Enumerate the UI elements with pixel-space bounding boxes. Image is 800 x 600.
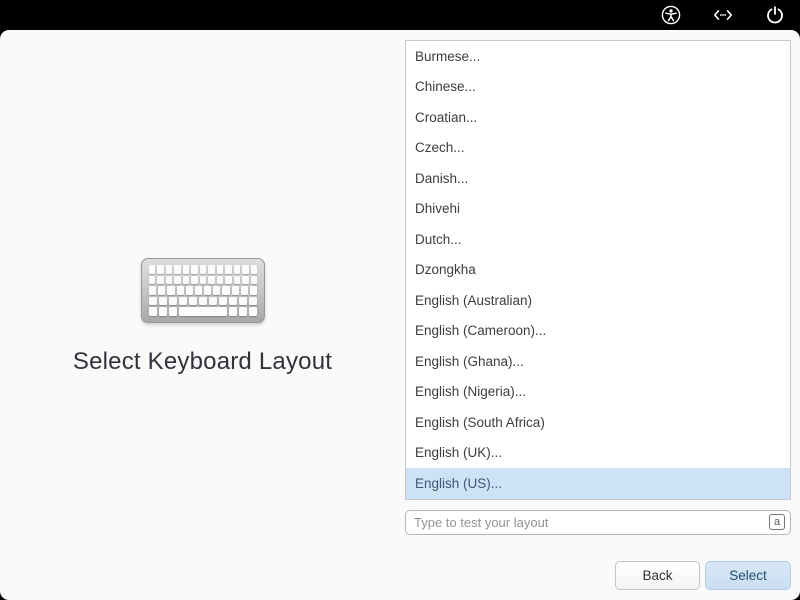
list-item-selected[interactable]: English (US)...: [406, 468, 790, 499]
keyboard-icon: [141, 258, 265, 323]
list-item[interactable]: Dzongkha: [406, 255, 790, 286]
list-item[interactable]: English (Ghana)...: [406, 346, 790, 377]
accessibility-icon[interactable]: [660, 4, 682, 26]
list-item[interactable]: Dutch...: [406, 224, 790, 255]
list-item[interactable]: English (South Africa): [406, 407, 790, 438]
list-item[interactable]: Dhivehi: [406, 194, 790, 225]
top-bar: [0, 0, 800, 30]
list-item[interactable]: English (Cameroon)...: [406, 316, 790, 347]
keyboard-layout-window: Select Keyboard Layout Burmese... Chines…: [0, 30, 800, 600]
keyboard-layout-list[interactable]: Burmese... Chinese... Croatian... Czech.…: [405, 40, 791, 500]
left-panel: Select Keyboard Layout: [0, 30, 405, 600]
list-item[interactable]: Croatian...: [406, 102, 790, 133]
layout-test-input[interactable]: [405, 510, 791, 535]
page-title: Select Keyboard Layout: [0, 348, 405, 376]
list-item[interactable]: Danish...: [406, 163, 790, 194]
list-item[interactable]: English (Australian): [406, 285, 790, 316]
keyboard-preview-icon[interactable]: a: [769, 514, 785, 530]
test-entry-wrap: a: [405, 510, 791, 535]
power-icon[interactable]: [764, 4, 786, 26]
list-item[interactable]: Burmese...: [406, 41, 790, 72]
back-button[interactable]: Back: [615, 561, 700, 590]
list-item[interactable]: English (Nigeria)...: [406, 377, 790, 408]
list-item[interactable]: Czech...: [406, 133, 790, 164]
list-item[interactable]: English (UK)...: [406, 438, 790, 469]
list-item[interactable]: Chinese...: [406, 72, 790, 103]
select-button[interactable]: Select: [705, 561, 791, 590]
input-source-icon[interactable]: [712, 4, 734, 26]
